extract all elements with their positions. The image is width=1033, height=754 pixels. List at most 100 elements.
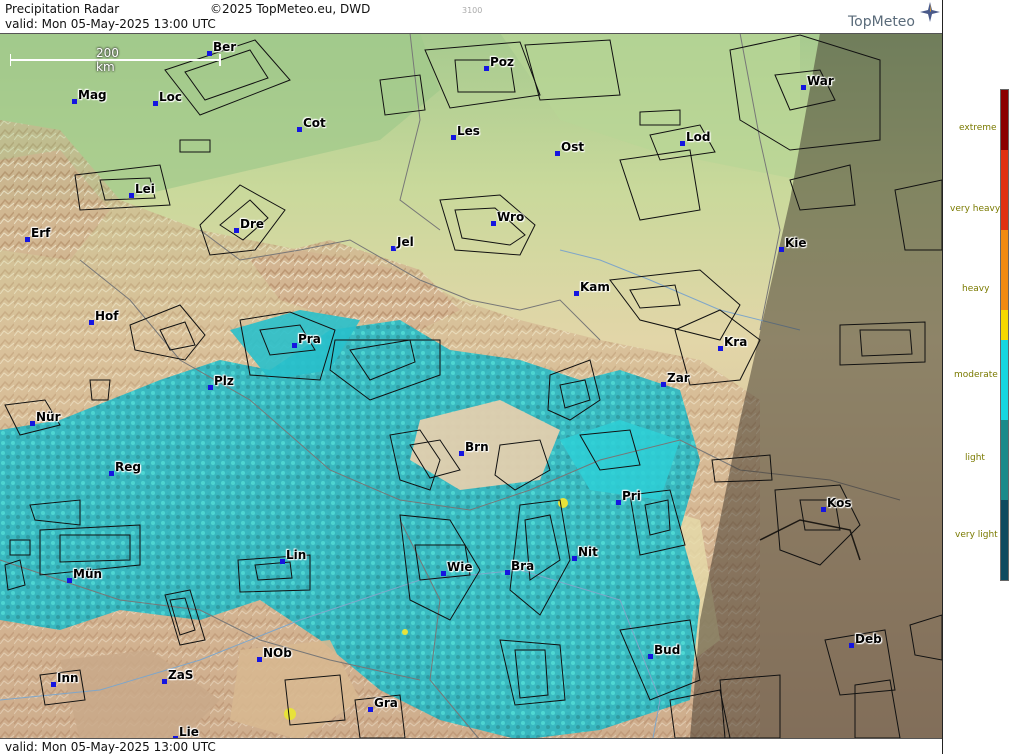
city-dot-icon [459, 451, 464, 456]
city-label: Poz [490, 55, 515, 69]
city-label: Deb [855, 632, 882, 646]
product-code: 3100 [462, 6, 483, 15]
city-dot-icon [67, 578, 72, 583]
city-label: Bud [654, 643, 681, 657]
city-dot-icon [391, 246, 396, 251]
city-label: Kam [580, 280, 610, 294]
city-dot-icon [162, 679, 167, 684]
city-label: Jel [397, 235, 414, 249]
city-dot-icon [257, 657, 262, 662]
terrain-background [0, 0, 942, 754]
city-label: Lie [179, 725, 199, 739]
city-label: Plz [214, 374, 234, 388]
city-label: ZaS [168, 668, 194, 682]
radar-map[interactable]: 200 km Ber Poz War Mag Loc Cot Les Lod Ost Lei Dre… [0, 0, 943, 754]
city-label: Pra [298, 332, 321, 346]
city-label: Lei [135, 182, 155, 196]
city-label: War [807, 74, 834, 88]
city-dot-icon [153, 101, 158, 106]
city-label: Nür [36, 410, 61, 424]
city-label: Les [457, 124, 480, 138]
legend-seg-light [1001, 420, 1008, 500]
city-label: Mag [78, 88, 107, 102]
city-label: NOb [263, 646, 292, 660]
city-dot-icon [821, 507, 826, 512]
city-label: Gra [374, 696, 398, 710]
city-dot-icon [208, 385, 213, 390]
city-dot-icon [441, 571, 446, 576]
city-label: Wro [497, 210, 525, 224]
city-label: Bra [511, 559, 535, 573]
city-label: Nit [578, 545, 598, 559]
legend-seg-moderate [1001, 310, 1008, 340]
city-dot-icon [661, 382, 666, 387]
city-dot-icon [51, 682, 56, 687]
city-label: Loc [159, 90, 183, 104]
legend-label-very-heavy: very heavy [950, 204, 1001, 214]
legend-label-light: light [965, 453, 985, 463]
compass-star-icon [920, 2, 940, 22]
city-dot-icon [129, 193, 134, 198]
city-dot-icon [616, 500, 621, 505]
legend-label-extreme: extreme [959, 123, 997, 133]
legend-label-very-light: very light [955, 530, 998, 540]
city-dot-icon [484, 66, 489, 71]
city-dot-icon [25, 237, 30, 242]
city-dot-icon [572, 556, 577, 561]
city-dot-icon [491, 221, 496, 226]
city-label: Ber [213, 40, 237, 54]
city-label: Lin [286, 548, 307, 562]
city-label: Reg [115, 460, 141, 474]
legend-seg-heavy [1001, 230, 1008, 310]
header-bar: Precipitation Radar ©2025 TopMeteo.eu, D… [0, 0, 942, 34]
city-dot-icon [297, 127, 302, 132]
scale-bar-line [10, 54, 221, 66]
legend-label-moderate: moderate [954, 370, 998, 380]
city-label: Wie [447, 560, 473, 574]
city-dot-icon [718, 346, 723, 351]
city-dot-icon [89, 320, 94, 325]
city-label: Cot [303, 116, 326, 130]
topmeteo-logo: TopMeteo [848, 14, 915, 30]
city-label: Dre [240, 217, 265, 231]
city-dot-icon [30, 421, 35, 426]
city-label: Ost [561, 140, 585, 154]
valid-time: valid: Mon 05-May-2025 13:00 UTC [5, 17, 216, 31]
legend-seg-very-heavy [1001, 150, 1008, 230]
city-dot-icon [849, 643, 854, 648]
city-label: Lod [686, 130, 711, 144]
city-label: Kie [785, 236, 807, 250]
city-label: Erf [31, 226, 51, 240]
legend-seg-very-light [1001, 500, 1008, 580]
city-dot-icon [574, 291, 579, 296]
city-dot-icon [292, 343, 297, 348]
city-dot-icon [207, 51, 212, 56]
legend-seg-moderate-2 [1001, 340, 1008, 420]
city-dot-icon [109, 471, 114, 476]
legend-color-bar [1000, 89, 1009, 581]
city-dot-icon [280, 559, 285, 564]
city-dot-icon [72, 99, 77, 104]
legend-seg-extreme [1001, 90, 1008, 150]
footer-bar: valid: Mon 05-May-2025 13:00 UTC [0, 738, 942, 754]
city-dot-icon [234, 228, 239, 233]
city-dot-icon [555, 151, 560, 156]
city-label: Mün [73, 567, 103, 581]
city-label: Kos [827, 496, 852, 510]
city-label: Inn [57, 671, 79, 685]
map-title: Precipitation Radar [5, 2, 120, 16]
scale-bar-label: 200 km [96, 46, 119, 74]
copyright-text: ©2025 TopMeteo.eu, DWD [210, 2, 371, 16]
city-label: Brn [465, 440, 489, 454]
city-label: Hof [95, 309, 119, 323]
city-dot-icon [451, 135, 456, 140]
city-label: Kra [724, 335, 748, 349]
city-dot-icon [801, 85, 806, 90]
legend-label-heavy: heavy [962, 284, 990, 294]
city-dot-icon [505, 570, 510, 575]
footer-valid-time: valid: Mon 05-May-2025 13:00 UTC [5, 740, 216, 754]
city-dot-icon [779, 247, 784, 252]
city-dot-icon [648, 654, 653, 659]
city-dot-icon [368, 707, 373, 712]
city-dot-icon [680, 141, 685, 146]
